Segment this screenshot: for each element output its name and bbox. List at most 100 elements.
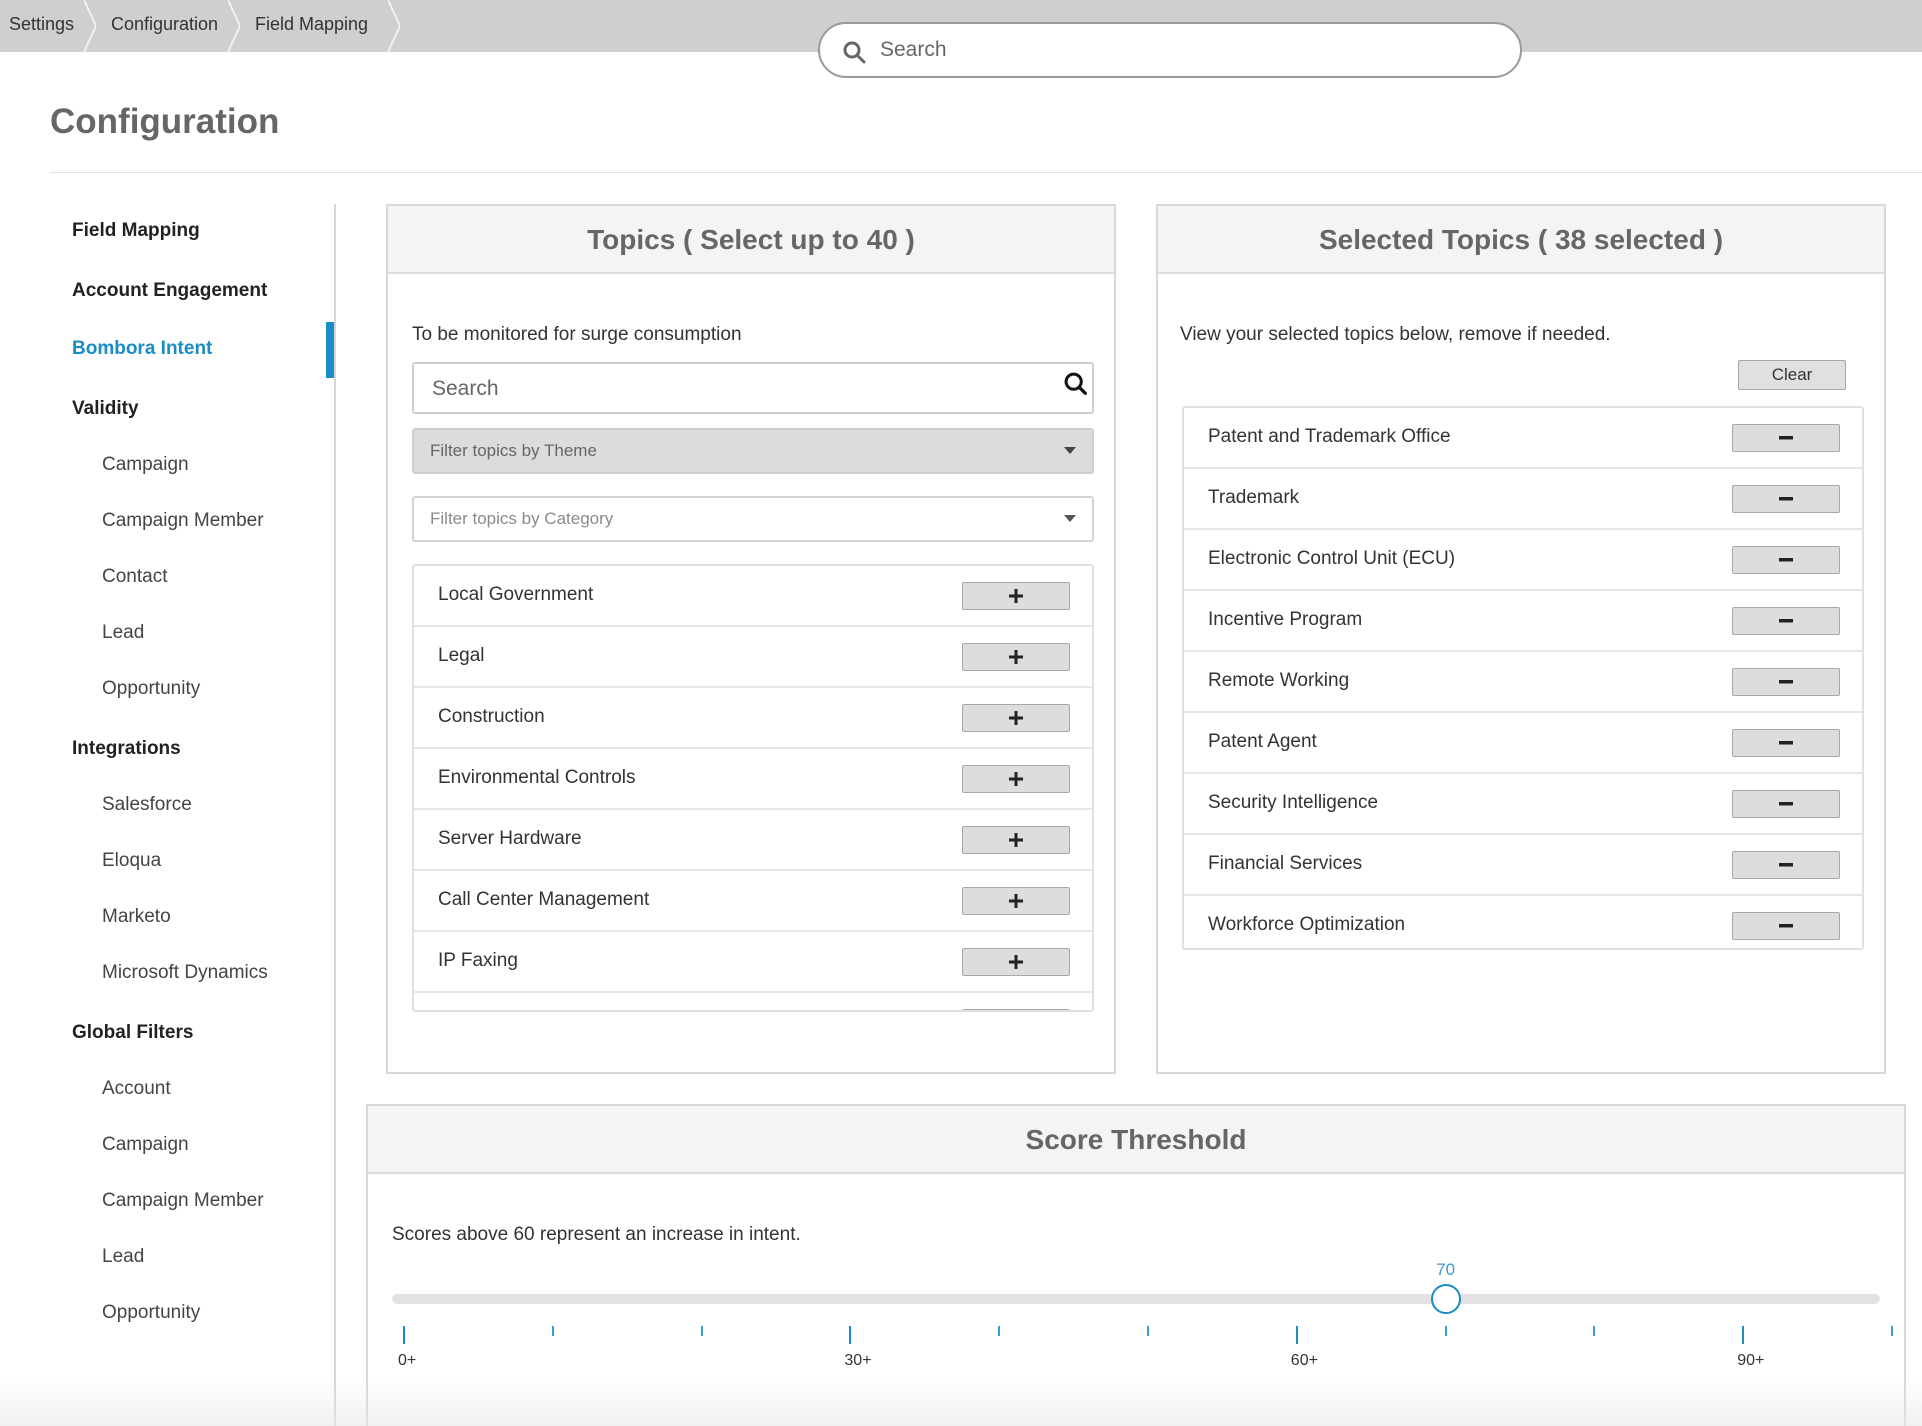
selected-panel-title: Selected Topics ( 38 selected ) xyxy=(1158,206,1884,274)
remove-topic-button[interactable] xyxy=(1732,729,1840,757)
slider-major-tick xyxy=(1295,1326,1298,1344)
slider-tick-label: 90+ xyxy=(1737,1352,1765,1369)
slider-minor-tick xyxy=(1147,1326,1149,1336)
breadcrumb: Settings Configuration Field Mapping xyxy=(0,0,400,52)
plus-icon xyxy=(1009,711,1023,725)
topics-panel: Topics ( Select up to 40 ) To be monitor… xyxy=(386,204,1116,1074)
slider-track[interactable] xyxy=(392,1294,1880,1304)
add-topic-button[interactable] xyxy=(962,887,1070,915)
global-search[interactable] xyxy=(818,22,1522,78)
sidebar-item-field-mapping[interactable]: Field Mapping xyxy=(72,220,200,242)
plus-icon xyxy=(1009,772,1023,786)
remove-topic-button[interactable] xyxy=(1732,790,1840,818)
remove-topic-button[interactable] xyxy=(1732,424,1840,452)
list-item: Remote Working xyxy=(1184,652,1862,713)
filter-theme-label: Filter topics by Theme xyxy=(430,441,597,460)
topic-label: Legal xyxy=(438,645,485,666)
filter-category-select[interactable]: Filter topics by Category xyxy=(412,496,1094,542)
add-topic-button[interactable] xyxy=(962,948,1070,976)
topic-label: Financial Services xyxy=(1208,853,1363,874)
topic-label: Incentive Program xyxy=(1208,609,1363,630)
slider-value-label: 70 xyxy=(1436,1260,1456,1279)
list-item: Server Hardware xyxy=(414,810,1092,871)
clear-button[interactable]: Clear xyxy=(1738,360,1846,390)
sidebar-item-global-account[interactable]: Account xyxy=(102,1078,171,1100)
minus-icon xyxy=(1779,497,1793,501)
minus-icon xyxy=(1779,680,1793,684)
score-threshold-panel: Score Threshold Scores above 60 represen… xyxy=(366,1104,1906,1426)
slider-minor-tick xyxy=(1593,1326,1596,1336)
slider-major-tick xyxy=(1742,1326,1745,1344)
plus-icon xyxy=(1009,589,1023,603)
breadcrumb-chevron-icon xyxy=(388,0,400,52)
add-topic-button[interactable] xyxy=(962,765,1070,793)
breadcrumb-label: Settings xyxy=(9,14,75,34)
topics-search-input[interactable] xyxy=(432,374,1032,404)
sidebar-item-marketo[interactable]: Marketo xyxy=(102,906,171,928)
add-topic-button[interactable] xyxy=(962,582,1070,610)
topics-search[interactable] xyxy=(412,362,1094,414)
remove-topic-button[interactable] xyxy=(1732,668,1840,696)
list-item: Incentive Program xyxy=(1184,591,1862,652)
breadcrumb-settings[interactable]: Settings xyxy=(0,0,96,52)
list-item: Electronic Control Unit (ECU) xyxy=(1184,530,1862,591)
topic-label: Trademark xyxy=(1208,487,1300,508)
topic-label: Patent Agent xyxy=(1208,731,1317,752)
sidebar-item-global-opportunity[interactable]: Opportunity xyxy=(102,1302,200,1324)
selected-topics-panel: Selected Topics ( 38 selected ) View you… xyxy=(1156,204,1886,1074)
slider-handle[interactable] xyxy=(1430,1284,1461,1314)
slider-tick-label: 60+ xyxy=(1290,1352,1318,1369)
sidebar-item-global-campaign[interactable]: Campaign xyxy=(102,1134,189,1156)
remove-topic-button[interactable] xyxy=(1732,912,1840,940)
add-topic-button[interactable] xyxy=(962,826,1070,854)
global-search-input[interactable] xyxy=(880,34,1480,66)
sidebar-item-validity-campaign[interactable]: Campaign xyxy=(102,454,189,476)
sidebar-item-global-filters[interactable]: Global Filters xyxy=(72,1022,193,1044)
list-item: Patent and Trademark Office xyxy=(1184,408,1862,469)
search-icon xyxy=(843,41,866,64)
topic-label: Construction xyxy=(438,706,545,727)
topic-label: Server Hardware xyxy=(438,828,582,849)
sidebar-item-account-engagement[interactable]: Account Engagement xyxy=(72,280,267,302)
list-item: Patent Agent xyxy=(1184,713,1862,774)
minus-icon xyxy=(1779,741,1793,745)
sidebar-item-eloqua[interactable]: Eloqua xyxy=(102,850,161,872)
remove-topic-button[interactable] xyxy=(1732,607,1840,635)
sidebar-item-salesforce[interactable]: Salesforce xyxy=(102,794,192,816)
sidebar-item-validity[interactable]: Validity xyxy=(72,398,139,420)
add-topic-button[interactable] xyxy=(962,1009,1070,1010)
list-item: Security Intelligence xyxy=(1184,774,1862,835)
topics-panel-title: Topics ( Select up to 40 ) xyxy=(388,206,1114,274)
sidebar-item-validity-campaign-member[interactable]: Campaign Member xyxy=(102,510,264,532)
breadcrumb-configuration[interactable]: Configuration xyxy=(86,0,240,52)
sidebar-item-validity-lead[interactable]: Lead xyxy=(102,622,144,644)
add-topic-button[interactable] xyxy=(962,643,1070,671)
search-icon[interactable] xyxy=(1062,370,1090,398)
list-item: Environmental Controls xyxy=(414,749,1092,810)
topic-label: Workforce Optimization xyxy=(1208,914,1406,935)
sidebar-item-global-campaign-member[interactable]: Campaign Member xyxy=(102,1190,264,1212)
sidebar-item-microsoft-dynamics[interactable]: Microsoft Dynamics xyxy=(102,962,268,984)
minus-icon xyxy=(1779,863,1793,867)
list-item: Legal xyxy=(414,627,1092,688)
sidebar-item-integrations[interactable]: Integrations xyxy=(72,738,181,760)
sidebar-item-global-lead[interactable]: Lead xyxy=(102,1246,144,1268)
remove-topic-button[interactable] xyxy=(1732,546,1840,574)
topic-label: Electronic Control Unit (ECU) xyxy=(1208,548,1456,569)
selected-topics-list[interactable]: Patent and Trademark Office Trademark El… xyxy=(1182,406,1864,950)
add-topic-button[interactable] xyxy=(962,704,1070,732)
caret-down-icon xyxy=(1064,447,1076,454)
score-panel-title: Score Threshold xyxy=(368,1106,1904,1174)
remove-topic-button[interactable] xyxy=(1732,851,1840,879)
filter-theme-select[interactable]: Filter topics by Theme xyxy=(412,428,1094,474)
sidebar-item-validity-opportunity[interactable]: Opportunity xyxy=(102,678,200,700)
remove-topic-button[interactable] xyxy=(1732,485,1840,513)
plus-icon xyxy=(1009,955,1023,969)
slider-minor-tick xyxy=(551,1326,554,1336)
sidebar-item-validity-contact[interactable]: Contact xyxy=(102,566,167,588)
breadcrumb-field-mapping[interactable]: Field Mapping xyxy=(230,0,400,52)
available-topics-list[interactable]: Local Government Legal Construction Envi… xyxy=(412,564,1094,1012)
filter-category-label: Filter topics by Category xyxy=(430,509,614,528)
sidebar-item-bombora-intent[interactable]: Bombora Intent xyxy=(72,338,212,360)
score-panel-description: Scores above 60 represent an increase in… xyxy=(392,1224,801,1245)
